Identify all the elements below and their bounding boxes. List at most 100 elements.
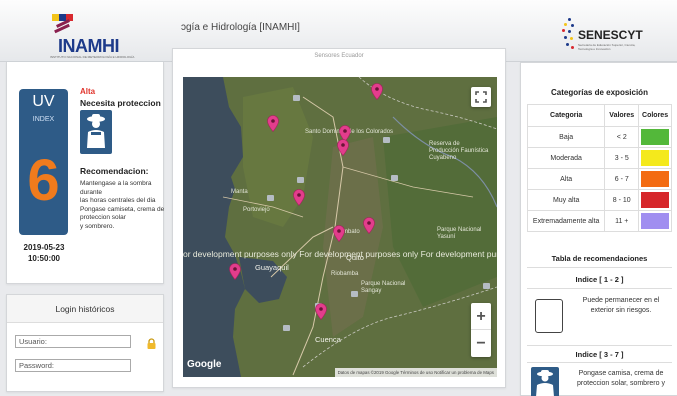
login-panel: Login históricos [6, 294, 164, 392]
color-swatch [641, 150, 669, 166]
zoom-out-button[interactable]: − [471, 330, 491, 357]
recommendation-1-text: Puede permanecer en el exterior sin ries… [582, 297, 660, 314]
category-color [638, 168, 672, 190]
zoom-control: + − [471, 303, 491, 357]
color-swatch [641, 213, 669, 229]
recommendation-line: Pongase camiseta, crema de [80, 205, 165, 213]
place-manta: Manta [231, 189, 248, 195]
inamhi-logo-text: INAMHI [58, 36, 120, 56]
categories-table: Categoria Valores Colores Baja < 2 Moder… [526, 104, 672, 232]
header-title: ɔgía e Hidrología [INAMHI] [181, 22, 300, 33]
color-swatch [641, 171, 669, 187]
login-header: Login históricos [7, 295, 163, 323]
road-shield-icon [267, 195, 274, 201]
table-row: Baja < 2 [526, 126, 672, 148]
sensor-pin-icon[interactable] [363, 217, 375, 234]
place-portoviejo: Portoviejo [243, 207, 270, 213]
google-logo[interactable]: Google [187, 359, 221, 370]
road-shield-icon [391, 175, 398, 181]
category-range: 3 - 5 [604, 147, 640, 169]
uv-need-text: Necesita proteccion [80, 98, 161, 108]
index-range-2: Indice [ 3 - 7 ] [527, 345, 672, 363]
sensor-pin-icon[interactable] [315, 303, 327, 320]
road-shield-icon [283, 325, 290, 331]
road-shield-icon [483, 283, 490, 289]
table-row: Extremadamente alta 11 + [526, 210, 672, 232]
recommendation-line: las horas centrales del dia [80, 197, 156, 205]
category-range: 11 + [604, 210, 640, 232]
recommendation-line: proteccion solar [80, 214, 126, 222]
category-name: Baja [526, 126, 606, 148]
exposure-categories-panel: Categorías de exposición Categoria Valor… [520, 62, 677, 396]
place-quito: Quito [346, 253, 364, 262]
sensor-pin-icon[interactable] [229, 263, 241, 280]
place-yasuni: Parque Nacional Yasuní [437, 227, 482, 240]
map-title: Sensores Ecuador [314, 53, 364, 59]
sensor-pin-icon[interactable] [371, 83, 383, 100]
category-range: 6 - 7 [604, 168, 640, 190]
column-header-colors: Colores [638, 104, 672, 127]
map-panel: Sensores Ecuador Santo Domingo de los Co… [172, 48, 506, 388]
sensor-pin-icon[interactable] [293, 189, 305, 206]
fullscreen-button[interactable] [471, 87, 491, 107]
category-range: < 2 [604, 126, 640, 148]
sensor-pin-icon[interactable] [333, 225, 345, 242]
place-sangay: Parque Nacional Sangay [361, 281, 406, 294]
uv-level-text: Alta [80, 87, 96, 96]
place-cuenca: Cuenca [315, 335, 341, 344]
lock-icon[interactable] [147, 338, 156, 349]
place-guayaquil: Guayaquil [255, 263, 289, 272]
road-shield-icon [383, 137, 390, 143]
map-attribution[interactable]: Datos de mapas ©2019 Google Términos de … [334, 368, 497, 377]
zoom-in-button[interactable]: + [471, 303, 491, 330]
inamhi-logo[interactable]: INAMHI INSTITUTO NACIONAL DE METEOROLOGÍ… [50, 14, 134, 59]
recommendation-1-icon [535, 299, 563, 333]
category-range: 8 - 10 [604, 189, 640, 211]
uv-timestamp: 2019-05-23 10:50:00 [7, 242, 81, 264]
uv-date: 2019-05-23 [23, 243, 65, 252]
place-cuyabeno: Reserva de Producción Faunística Cuyaben… [429, 141, 489, 161]
road-shield-icon [297, 177, 304, 183]
fullscreen-icon [475, 91, 487, 103]
password-input[interactable] [15, 359, 131, 372]
category-name: Alta [526, 168, 606, 190]
category-name: Moderada [526, 147, 606, 169]
login-title: Login históricos [55, 304, 115, 314]
column-header-category: Categoria [526, 104, 606, 127]
road-shield-icon [293, 95, 300, 101]
recommendation-line: Mantengase a la sombra [80, 180, 152, 187]
uv-index-value: 6 [27, 148, 60, 213]
sensor-pin-icon[interactable] [267, 115, 279, 132]
uv-label: UV [32, 93, 55, 110]
color-swatch [641, 129, 669, 145]
place-riobamba: Riobamba [331, 271, 359, 277]
sensor-pin-icon[interactable] [337, 139, 349, 156]
uv-index-panel: UV INDEX 6 Alta Necesita proteccion Reco… [6, 62, 164, 284]
inamhi-logo-subtitle: INSTITUTO NACIONAL DE METEOROLOGÍA E HID… [50, 55, 135, 59]
uv-time: 10:50:00 [27, 254, 61, 263]
uv-index-label: INDEX [32, 116, 55, 123]
index-range-1: Indice [ 1 - 2 ] [527, 271, 672, 289]
category-color [638, 126, 672, 148]
sensor-map[interactable]: Santo Domingo de los Colorados Manta Por… [183, 77, 497, 377]
senescyt-logo-subtitle: Secretaría de Educación Superior, Cienci… [578, 43, 636, 51]
table-row: Alta 6 - 7 [526, 168, 672, 190]
recommendations-table-title: Tabla de recomendaciones [527, 250, 672, 268]
protected-person-icon [531, 367, 559, 396]
uv-index-card: UV INDEX 6 [19, 89, 68, 235]
recommendation-2-text: Pongase camisa, crema de proteccion sola… [577, 370, 665, 387]
category-color [638, 210, 672, 232]
inamhi-mark-icon [52, 14, 74, 36]
recommendation-text: Mantengase a la sombra durante las horas… [80, 180, 168, 232]
categories-title: Categorías de exposición [551, 88, 648, 97]
recommendation-title: Recomendacion: [80, 166, 149, 176]
category-color [638, 189, 672, 211]
username-input[interactable] [15, 335, 131, 348]
senescyt-logo-text: SENESCYT [578, 28, 643, 42]
table-row: Moderada 3 - 5 [526, 147, 672, 169]
category-color [638, 147, 672, 169]
senescyt-logo[interactable]: SENESCYT Secretaría de Educación Superio… [556, 16, 651, 58]
protected-person-icon [80, 110, 112, 154]
column-header-values: Valores [604, 104, 640, 127]
category-name: Extremadamente alta [526, 210, 606, 232]
